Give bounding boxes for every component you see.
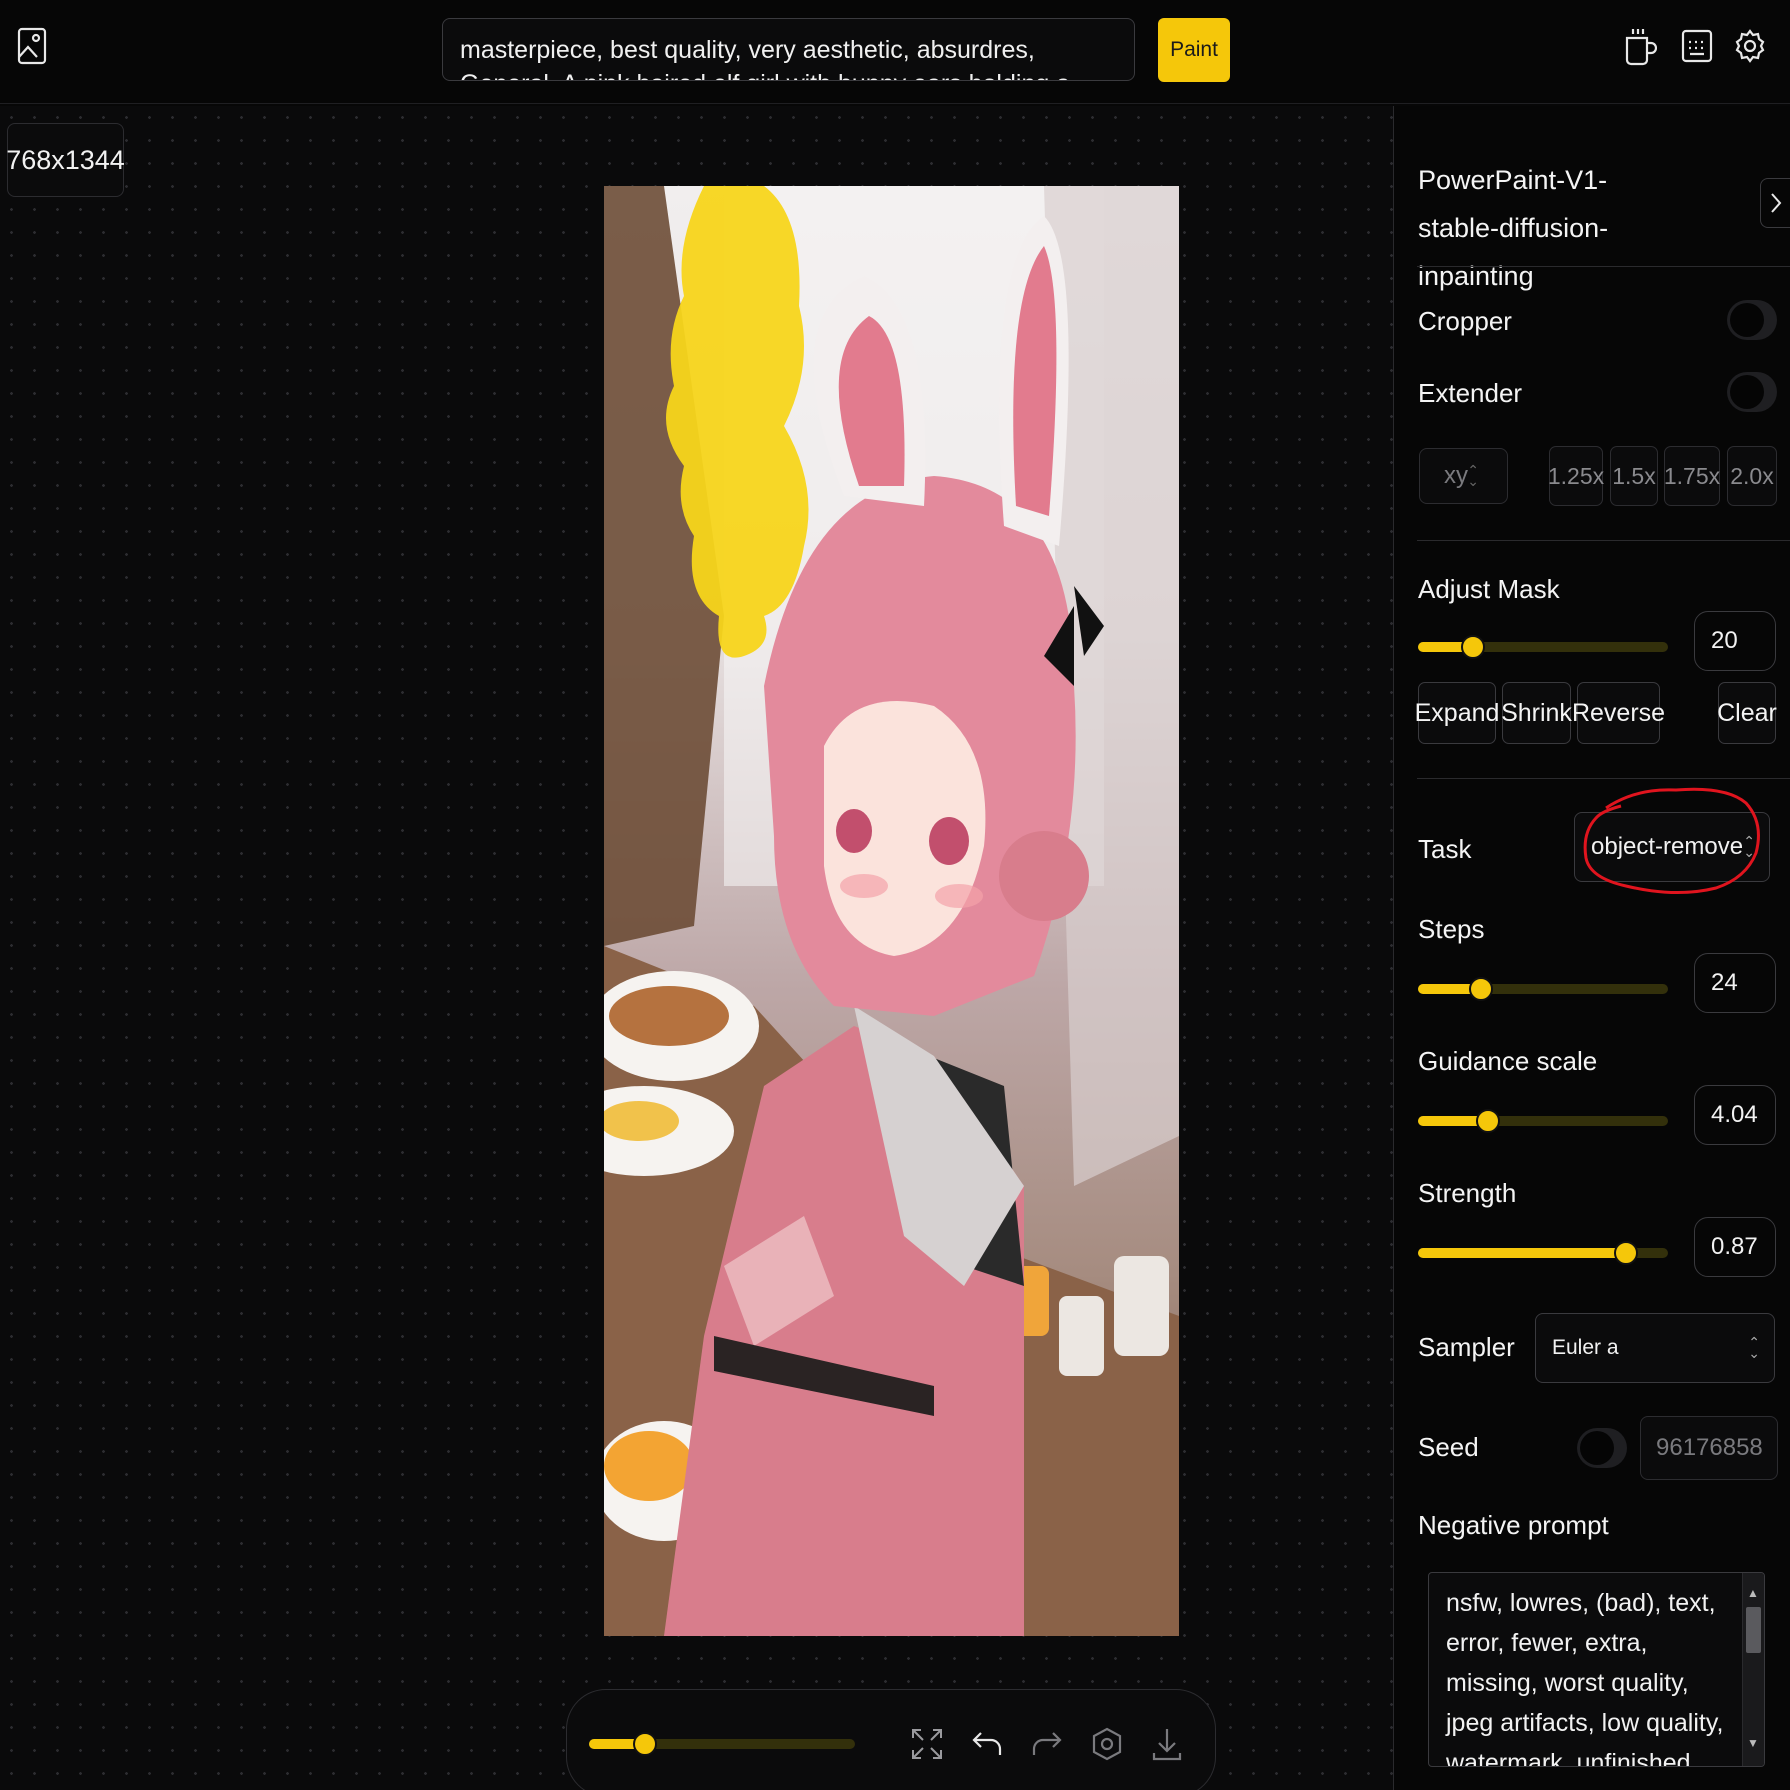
chevron-right-icon[interactable]	[1760, 178, 1790, 228]
steps-input[interactable]: 24	[1694, 953, 1776, 1013]
expand-button[interactable]: Expand	[1415, 682, 1499, 744]
redo-icon[interactable]	[1027, 1722, 1067, 1766]
extender-scale-1-75[interactable]: 1.75x	[1664, 446, 1720, 506]
eye-icon[interactable]	[1087, 1722, 1127, 1766]
keyboard-icon[interactable]	[1677, 24, 1717, 68]
clear-button[interactable]: Clear	[1717, 682, 1777, 744]
image-upload-icon[interactable]	[14, 24, 50, 68]
divider	[1417, 266, 1790, 267]
brush-size-slider[interactable]	[589, 1732, 855, 1756]
canvas-image[interactable]	[604, 186, 1179, 1636]
coffee-icon[interactable]	[1622, 24, 1658, 68]
cropper-label: Cropper	[1418, 306, 1512, 336]
strength-input[interactable]: 0.87	[1694, 1217, 1776, 1277]
adjust-mask-label: Adjust Mask	[1418, 574, 1560, 604]
adjust-mask-input[interactable]: 20	[1694, 611, 1776, 671]
image-size-badge: 768x1344	[6, 123, 125, 197]
seed-value: 96176858	[1656, 1434, 1763, 1461]
steps-slider[interactable]	[1418, 977, 1668, 1001]
seed-toggle[interactable]	[1577, 1428, 1627, 1468]
prompt-input[interactable]: masterpiece, best quality, very aestheti…	[442, 18, 1135, 81]
negative-prompt-scrollbar[interactable]: ▲ ▼	[1742, 1573, 1764, 1766]
negative-prompt-label: Negative prompt	[1418, 1510, 1609, 1540]
divider	[1417, 540, 1790, 541]
guidance-slider[interactable]	[1418, 1109, 1668, 1133]
sampler-select[interactable]: Euler a ⌃ ⌄	[1535, 1313, 1775, 1383]
bottom-toolbar	[566, 1689, 1216, 1790]
extender-scale-1-5[interactable]: 1.5x	[1610, 446, 1658, 506]
settings-panel: PowerPaint-V1-stable-diffusion-inpaintin…	[1393, 106, 1790, 1790]
undo-icon[interactable]	[967, 1722, 1007, 1766]
strength-slider[interactable]	[1418, 1241, 1668, 1265]
negative-prompt-text: nsfw, lowres, (bad), text, error, fewer,…	[1446, 1589, 1724, 1767]
seed-input[interactable]: 96176858	[1640, 1416, 1778, 1480]
guidance-input[interactable]: 4.04	[1694, 1085, 1776, 1145]
guidance-label: Guidance scale	[1418, 1046, 1598, 1076]
extender-direction-value: xy	[1444, 462, 1468, 489]
adjust-mask-slider[interactable]	[1418, 635, 1668, 659]
gear-icon[interactable]	[1730, 24, 1770, 68]
fullscreen-icon[interactable]	[907, 1722, 947, 1766]
sampler-value: Euler a	[1552, 1336, 1619, 1359]
extender-scale-1-25[interactable]: 1.25x	[1548, 446, 1604, 506]
extender-direction-select[interactable]: xy ⌃ ⌄	[1419, 448, 1508, 504]
strength-label: Strength	[1418, 1178, 1517, 1208]
extender-scale-2-0[interactable]: 2.0x	[1727, 446, 1777, 506]
reverse-button[interactable]: Reverse	[1572, 682, 1665, 744]
annotation-circle	[1583, 787, 1760, 894]
top-bar: masterpiece, best quality, very aestheti…	[0, 0, 1790, 104]
paint-button[interactable]: Paint	[1158, 18, 1230, 82]
cropper-toggle[interactable]	[1727, 300, 1777, 340]
steps-label: Steps	[1418, 914, 1485, 944]
seed-label: Seed	[1418, 1432, 1479, 1462]
extender-toggle[interactable]	[1727, 372, 1777, 412]
extender-label: Extender	[1418, 378, 1523, 408]
negative-prompt-textarea[interactable]: nsfw, lowres, (bad), text, error, fewer,…	[1428, 1572, 1765, 1767]
shrink-button[interactable]: Shrink	[1501, 682, 1572, 744]
download-icon[interactable]	[1147, 1722, 1187, 1766]
model-name: PowerPaint-V1-stable-diffusion-inpaintin…	[1418, 165, 1609, 291]
sampler-label: Sampler	[1418, 1332, 1515, 1362]
task-label: Task	[1418, 834, 1472, 864]
